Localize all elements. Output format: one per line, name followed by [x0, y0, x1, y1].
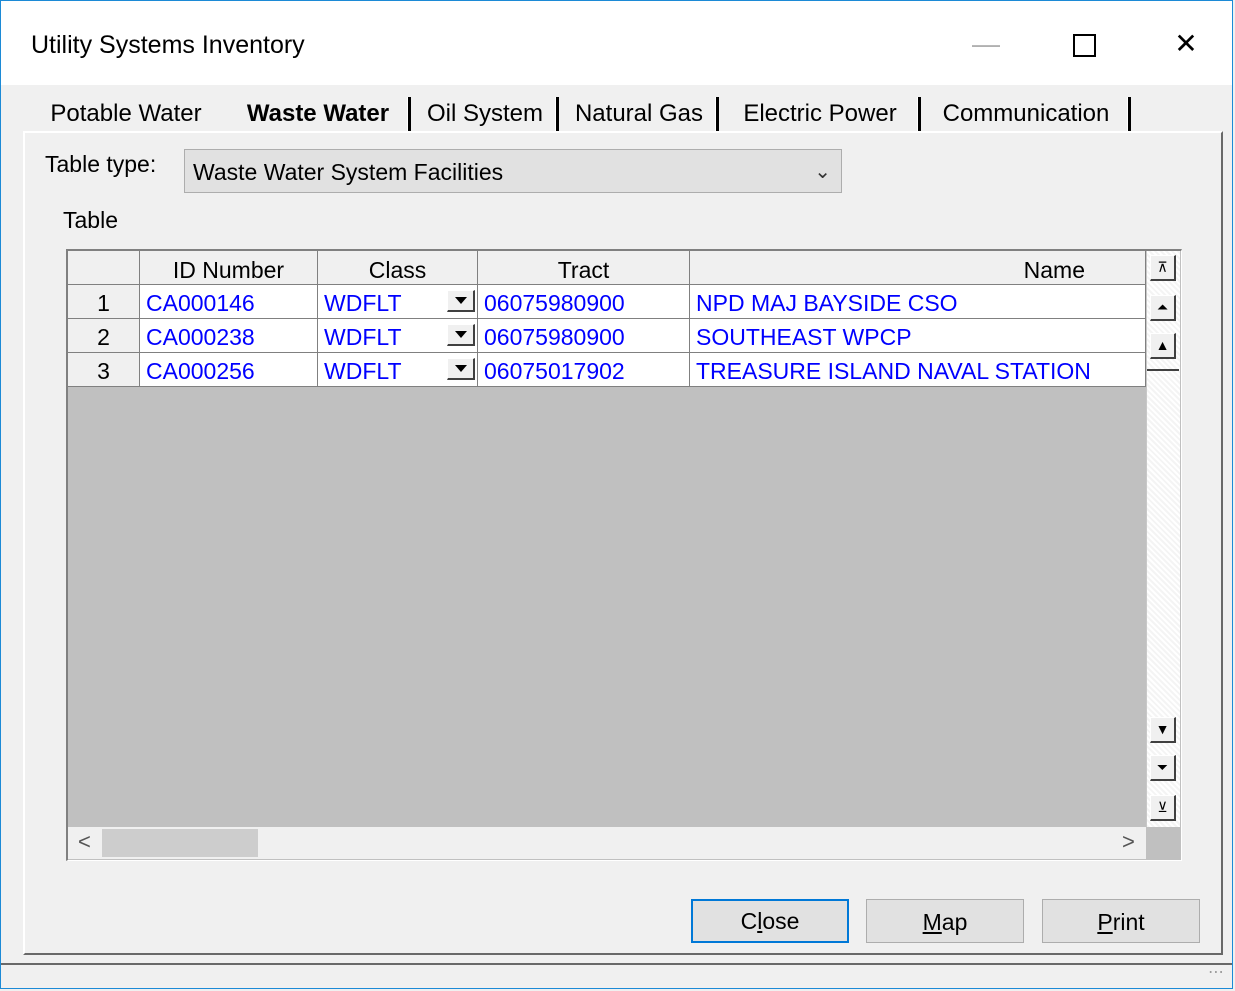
tab-separator: [1127, 97, 1131, 131]
column-header-class[interactable]: Class: [318, 251, 478, 285]
map-accelerator: M: [922, 909, 942, 935]
scroll-last-button[interactable]: ⊻: [1150, 795, 1176, 821]
page-down-icon: ⏷: [1156, 759, 1169, 775]
data-grid[interactable]: ID Number Class Tract Name 1 CA000146 WD…: [66, 249, 1182, 861]
tab-waste-water[interactable]: Waste Water: [225, 93, 411, 133]
cell-name[interactable]: SOUTHEAST WPCP: [690, 319, 1146, 353]
chevron-down-icon: ⌄: [814, 161, 831, 183]
class-dropdown-button[interactable]: [447, 324, 475, 346]
arrow-down-icon: ▼: [1155, 721, 1170, 737]
maximize-button[interactable]: [1049, 21, 1119, 69]
window-title: Utility Systems Inventory: [31, 31, 305, 59]
scroll-to-top-icon: ⊼: [1157, 259, 1168, 275]
row-header-corner: [68, 251, 140, 285]
table-type-value: Waste Water System Facilities: [193, 159, 504, 185]
tab-label: Electric Power: [743, 100, 897, 127]
cell-class-value: WDFLT: [324, 358, 402, 384]
column-header-id-number[interactable]: ID Number: [140, 251, 318, 285]
cell-id-number[interactable]: CA000146: [140, 285, 318, 319]
tab-label: Potable Water: [50, 100, 202, 127]
row-number[interactable]: 2: [68, 319, 140, 353]
scroll-down-button[interactable]: ▼: [1150, 717, 1176, 743]
row-number[interactable]: 3: [68, 353, 140, 387]
cell-class-value: WDFLT: [324, 290, 402, 316]
tab-natural-gas[interactable]: Natural Gas: [559, 93, 719, 133]
maximize-icon: [1072, 34, 1096, 57]
dialog-window: Utility Systems Inventory — ✕ Potable Wa…: [0, 0, 1233, 989]
print-accelerator: P: [1097, 909, 1113, 935]
close-button[interactable]: Close: [691, 899, 849, 943]
class-dropdown-button[interactable]: [447, 358, 475, 380]
scroll-page-up-button[interactable]: ⏶: [1150, 295, 1176, 321]
table-group-label: Table: [63, 207, 118, 233]
close-label-end: ose: [762, 908, 800, 934]
close-window-button[interactable]: ✕: [1151, 21, 1221, 69]
cell-id-number[interactable]: CA000238: [140, 319, 318, 353]
tab-electric-power[interactable]: Electric Power: [719, 93, 921, 133]
class-dropdown-button[interactable]: [447, 290, 475, 312]
cell-class[interactable]: WDFLT: [318, 319, 478, 353]
horizontal-scroll-thumb[interactable]: [102, 829, 258, 857]
vertical-scroll-thumb[interactable]: [1147, 369, 1179, 371]
table-type-label: Table type:: [45, 151, 157, 177]
column-header-name[interactable]: Name: [690, 251, 1146, 285]
print-label-end: rint: [1112, 909, 1145, 935]
page-up-icon: ⏶: [1156, 299, 1169, 315]
scroll-right-icon[interactable]: >: [1122, 829, 1135, 855]
close-label-start: C: [740, 908, 758, 934]
print-button[interactable]: Print: [1042, 899, 1200, 943]
dropdown-arrow-icon: [455, 297, 467, 304]
cell-name[interactable]: TREASURE ISLAND NAVAL STATION: [690, 353, 1146, 387]
column-header-tract[interactable]: Tract: [478, 251, 690, 285]
tab-communication[interactable]: Communication: [921, 93, 1131, 133]
table-type-select[interactable]: Waste Water System Facilities ⌄: [184, 149, 842, 193]
cell-id-number[interactable]: CA000256: [140, 353, 318, 387]
minimize-button[interactable]: —: [951, 21, 1021, 69]
row-number[interactable]: 1: [68, 285, 140, 319]
scroll-page-down-button[interactable]: ⏷: [1150, 755, 1176, 781]
tab-label: Oil System: [426, 100, 543, 127]
cell-tract[interactable]: 06075017902: [478, 353, 690, 387]
dropdown-arrow-icon: [455, 365, 467, 372]
scroll-up-button[interactable]: ▲: [1150, 333, 1176, 359]
tab-label: Natural Gas: [574, 100, 704, 127]
cell-class[interactable]: WDFLT: [318, 285, 478, 319]
title-bar: Utility Systems Inventory — ✕: [1, 1, 1232, 85]
horizontal-scrollbar[interactable]: < >: [68, 827, 1146, 859]
scroll-first-button[interactable]: ⊼: [1150, 255, 1176, 281]
scroll-to-bottom-icon: ⊻: [1157, 799, 1168, 815]
scrollbar-corner: [1146, 827, 1180, 859]
arrow-up-icon: ▲: [1155, 337, 1170, 353]
scroll-left-icon[interactable]: <: [78, 829, 91, 855]
cell-tract[interactable]: 06075980900: [478, 319, 690, 353]
cell-class-value: WDFLT: [324, 324, 402, 350]
vertical-scrollbar[interactable]: ⊼ ⏶ ▲ ▼ ⏷ ⊻: [1146, 251, 1180, 827]
tab-label: Communication: [942, 100, 1110, 127]
map-label-end: ap: [941, 909, 968, 935]
map-button[interactable]: Map: [866, 899, 1024, 943]
resize-grip-icon[interactable]: ⋯: [1208, 962, 1224, 982]
bottom-divider: [1, 963, 1232, 965]
tab-potable-water[interactable]: Potable Water: [31, 93, 221, 133]
tab-oil-system[interactable]: Oil System: [411, 93, 559, 133]
cell-class[interactable]: WDFLT: [318, 353, 478, 387]
cell-name[interactable]: NPD MAJ BAYSIDE CSO: [690, 285, 1146, 319]
tab-label: Waste Water: [246, 100, 390, 127]
cell-tract[interactable]: 06075980900: [478, 285, 690, 319]
dropdown-arrow-icon: [455, 331, 467, 338]
